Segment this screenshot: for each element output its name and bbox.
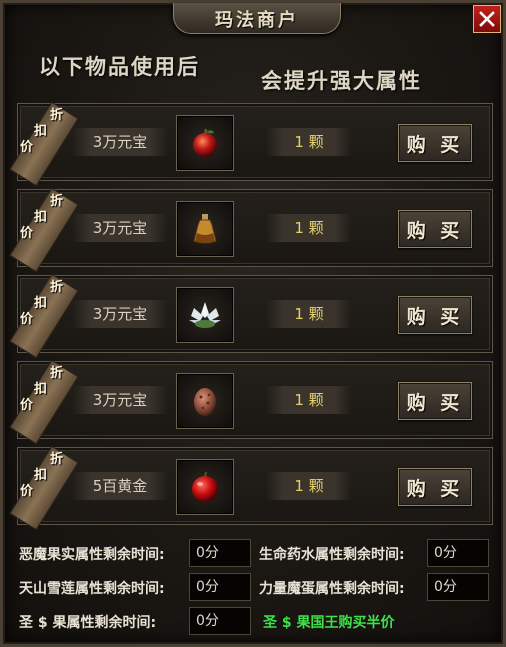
buy-button[interactable]: 购 买: [398, 210, 472, 248]
timer-label-life-potion: 生命药水属性剩余时间:: [259, 547, 405, 563]
item-slot[interactable]: [176, 287, 234, 343]
window-title: 玛法商户: [215, 10, 299, 31]
buy-button[interactable]: 购 买: [398, 296, 472, 334]
item-price: 3万元宝: [72, 128, 168, 156]
item-quantity: 1 颗: [266, 128, 352, 156]
discount-ribbon: 折 扣 价: [9, 101, 79, 187]
item-quantity: 1 颗: [266, 300, 352, 328]
title-bar: 玛法商户: [173, 3, 341, 34]
item-slot[interactable]: [176, 201, 234, 257]
shop-item-row: 折 扣 价 3万元宝 1 颗 购 买: [9, 187, 493, 273]
timer-value-life-potion: 0分: [427, 539, 489, 567]
item-quantity: 1 颗: [266, 472, 352, 500]
timer-value-demon-fruit: 0分: [189, 539, 251, 567]
close-icon: [479, 11, 495, 27]
item-quantity: 1 颗: [266, 214, 352, 242]
timer-value-power-egg: 0分: [427, 573, 489, 601]
item-slot[interactable]: [176, 459, 234, 515]
discount-ribbon: 折 扣 价: [9, 445, 79, 531]
item-price: 3万元宝: [72, 214, 168, 242]
life-potion-icon: [193, 214, 217, 244]
buy-button[interactable]: 购 买: [398, 124, 472, 162]
shop-item-row: 折 扣 价 3万元宝 1 颗 购 买: [9, 273, 493, 359]
headline-right: 会提升强大属性: [261, 68, 422, 93]
merchant-window: 玛法商户 以下物品使用后 会提升强大属性 折 扣 价 3万元宝 1 颗 购 买: [0, 0, 506, 647]
item-slot[interactable]: [176, 115, 234, 171]
shop-item-row: 折 扣 价 3万元宝 1 颗 购 买: [9, 359, 493, 445]
item-price: 5百黄金: [72, 472, 168, 500]
shop-item-row: 折 扣 价 3万元宝 1 颗 购 买: [9, 101, 493, 187]
timer-label-power-egg: 力量魔蛋属性剩余时间:: [259, 581, 405, 597]
headline-left: 以下物品使用后: [39, 54, 200, 79]
item-price: 3万元宝: [72, 386, 168, 414]
discount-ribbon: 折 扣 价: [9, 359, 79, 445]
discount-ribbon: 折 扣 价: [9, 273, 79, 359]
snow-lotus-icon: [189, 302, 221, 328]
discount-ribbon: 折 扣 价: [9, 187, 79, 273]
shop-item-row: 折 扣 价 5百黄金 1 颗 购 买: [9, 445, 493, 531]
timer-value-holy-fruit: 0分: [189, 607, 251, 635]
close-button[interactable]: [473, 5, 501, 33]
timer-label-demon-fruit: 恶魔果实属性剩余时间:: [19, 547, 165, 563]
buy-button[interactable]: 购 买: [398, 382, 472, 420]
promo-text: 圣 $ 果国王购买半价: [263, 615, 395, 631]
item-price: 3万元宝: [72, 300, 168, 328]
demon-fruit-icon: [193, 128, 217, 157]
item-slot[interactable]: [176, 373, 234, 429]
item-quantity: 1 颗: [266, 386, 352, 414]
power-egg-icon: [194, 388, 216, 416]
timer-label-holy-fruit: 圣 $ 果属性剩余时间:: [19, 615, 157, 631]
timer-label-snow-lotus: 天山雪莲属性剩余时间:: [19, 581, 165, 597]
timer-value-snow-lotus: 0分: [189, 573, 251, 601]
holy-fruit-icon: [192, 471, 218, 502]
buy-button[interactable]: 购 买: [398, 468, 472, 506]
